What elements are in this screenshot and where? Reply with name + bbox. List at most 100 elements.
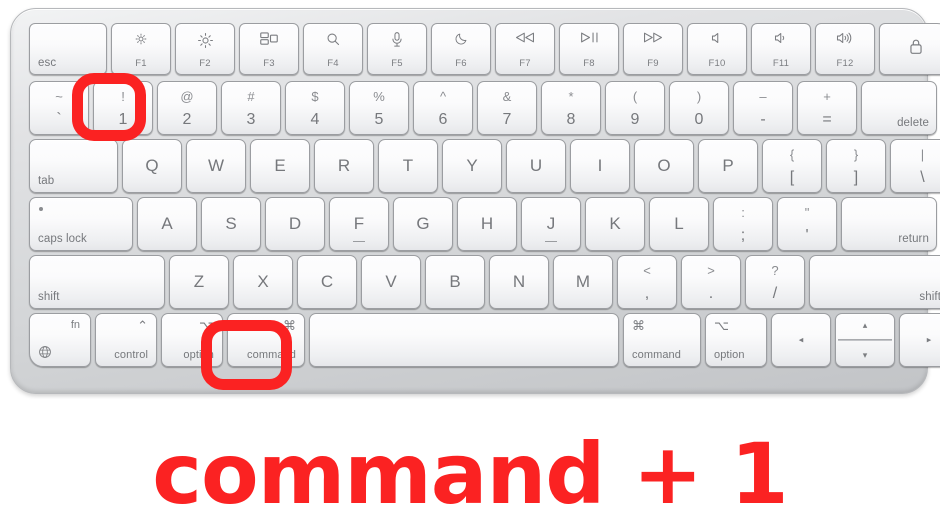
key-c[interactable]: C	[297, 255, 357, 309]
key-x[interactable]: X	[233, 255, 293, 309]
key-comma[interactable]: < ,	[617, 255, 677, 309]
key-l[interactable]: L	[649, 197, 709, 251]
key-u[interactable]: U	[506, 139, 566, 193]
key-right-command[interactable]: ⌘ command	[623, 313, 701, 367]
key-b[interactable]: B	[425, 255, 485, 309]
key-v[interactable]: V	[361, 255, 421, 309]
key-a[interactable]: A	[137, 197, 197, 251]
key-seven[interactable]: & 7	[477, 81, 537, 135]
key-touch-id[interactable]	[879, 23, 940, 75]
key-o[interactable]: O	[634, 139, 694, 193]
key-two-shift-label: @	[180, 89, 194, 104]
key-fn[interactable]: fn	[29, 313, 91, 367]
key-f12[interactable]: F12	[815, 23, 875, 75]
key-tab[interactable]: tab	[29, 139, 118, 193]
key-one[interactable]: ! 1	[93, 81, 153, 135]
key-five-label: 5	[374, 111, 384, 128]
key-eight[interactable]: * 8	[541, 81, 601, 135]
key-k[interactable]: K	[585, 197, 645, 251]
key-nine[interactable]: ( 9	[605, 81, 665, 135]
key-w[interactable]: W	[186, 139, 246, 193]
key-f3[interactable]: F3	[239, 23, 299, 75]
key-left-command[interactable]: ⌘ command	[227, 313, 305, 367]
key-q[interactable]: Q	[122, 139, 182, 193]
key-return[interactable]: return	[841, 197, 937, 251]
key-five[interactable]: % 5	[349, 81, 409, 135]
key-backtick[interactable]: ~ `	[29, 81, 89, 135]
key-delete[interactable]: delete	[861, 81, 937, 135]
key-n[interactable]: N	[489, 255, 549, 309]
key-g[interactable]: G	[393, 197, 453, 251]
key-quote[interactable]: " '	[777, 197, 837, 251]
key-m[interactable]: M	[553, 255, 613, 309]
key-right-bracket[interactable]: } ]	[826, 139, 886, 193]
key-semicolon[interactable]: : ;	[713, 197, 773, 251]
key-y[interactable]: Y	[442, 139, 502, 193]
key-quote-shift-label: "	[804, 205, 810, 220]
key-r[interactable]: R	[314, 139, 374, 193]
key-esc-label: esc	[38, 57, 57, 69]
key-d[interactable]: D	[265, 197, 325, 251]
key-period-shift-label: >	[707, 263, 715, 278]
key-f8[interactable]: F8	[559, 23, 619, 75]
key-two[interactable]: @ 2	[157, 81, 217, 135]
key-f1[interactable]: F1	[111, 23, 171, 75]
key-s[interactable]: S	[201, 197, 261, 251]
key-arrow-up-down[interactable]: ▴ ▾	[835, 313, 895, 367]
key-m-label: M	[575, 272, 591, 291]
key-t-label: T	[402, 156, 414, 175]
key-t[interactable]: T	[378, 139, 438, 193]
key-four[interactable]: $ 4	[285, 81, 345, 135]
shift-key-row: shift Z X C V B N M < , > . ? / shift	[29, 255, 940, 309]
key-f10[interactable]: F10	[687, 23, 747, 75]
key-minus[interactable]: – -	[733, 81, 793, 135]
key-f6[interactable]: F6	[431, 23, 491, 75]
key-f11-label: F11	[772, 58, 790, 69]
key-caps-lock[interactable]: caps lock	[29, 197, 133, 251]
key-j[interactable]: J	[521, 197, 581, 251]
key-three[interactable]: # 3	[221, 81, 281, 135]
key-arrow-right[interactable]: ▸	[899, 313, 940, 367]
key-seven-shift-label: &	[502, 89, 512, 104]
key-v-label: V	[385, 272, 397, 291]
key-left-control[interactable]: ⌃ control	[95, 313, 157, 367]
key-backslash-shift-label: |	[920, 147, 925, 162]
function-key-row: esc F1 F2 F3 F4 F5 F6 F7 F8 F9 F10 F11 F…	[29, 23, 940, 75]
key-fn-label: fn	[70, 319, 80, 331]
key-f5[interactable]: F5	[367, 23, 427, 75]
key-f2[interactable]: F2	[175, 23, 235, 75]
key-right-option[interactable]: ⌥ option	[705, 313, 767, 367]
key-f7[interactable]: F7	[495, 23, 555, 75]
key-z[interactable]: Z	[169, 255, 229, 309]
key-e[interactable]: E	[250, 139, 310, 193]
key-eight-label: 8	[566, 111, 576, 128]
key-esc[interactable]: esc	[29, 23, 107, 75]
key-f4[interactable]: F4	[303, 23, 363, 75]
key-semicolon-shift-label: :	[741, 205, 745, 220]
key-backslash[interactable]: | \	[890, 139, 940, 193]
key-left-option[interactable]: ⌥ option	[161, 313, 223, 367]
key-f11[interactable]: F11	[751, 23, 811, 75]
key-space[interactable]	[309, 313, 619, 367]
key-p[interactable]: P	[698, 139, 758, 193]
key-equals[interactable]: + =	[797, 81, 857, 135]
rewind-icon	[496, 32, 554, 46]
key-left-bracket[interactable]: { [	[762, 139, 822, 193]
key-c-label: C	[320, 272, 334, 291]
key-six[interactable]: ^ 6	[413, 81, 473, 135]
mission-control-icon	[240, 32, 298, 48]
key-f[interactable]: F	[329, 197, 389, 251]
key-f9[interactable]: F9	[623, 23, 683, 75]
arrow-down-icon: ▾	[862, 350, 868, 360]
key-period[interactable]: > .	[681, 255, 741, 309]
globe-icon	[38, 345, 52, 362]
key-s-label: S	[225, 214, 237, 233]
key-slash[interactable]: ? /	[745, 255, 805, 309]
key-r-label: R	[337, 156, 351, 175]
key-right-shift[interactable]: shift	[809, 255, 940, 309]
key-h[interactable]: H	[457, 197, 517, 251]
key-zero[interactable]: ) 0	[669, 81, 729, 135]
key-arrow-left[interactable]: ◂	[771, 313, 831, 367]
key-left-shift[interactable]: shift	[29, 255, 165, 309]
key-i[interactable]: I	[570, 139, 630, 193]
